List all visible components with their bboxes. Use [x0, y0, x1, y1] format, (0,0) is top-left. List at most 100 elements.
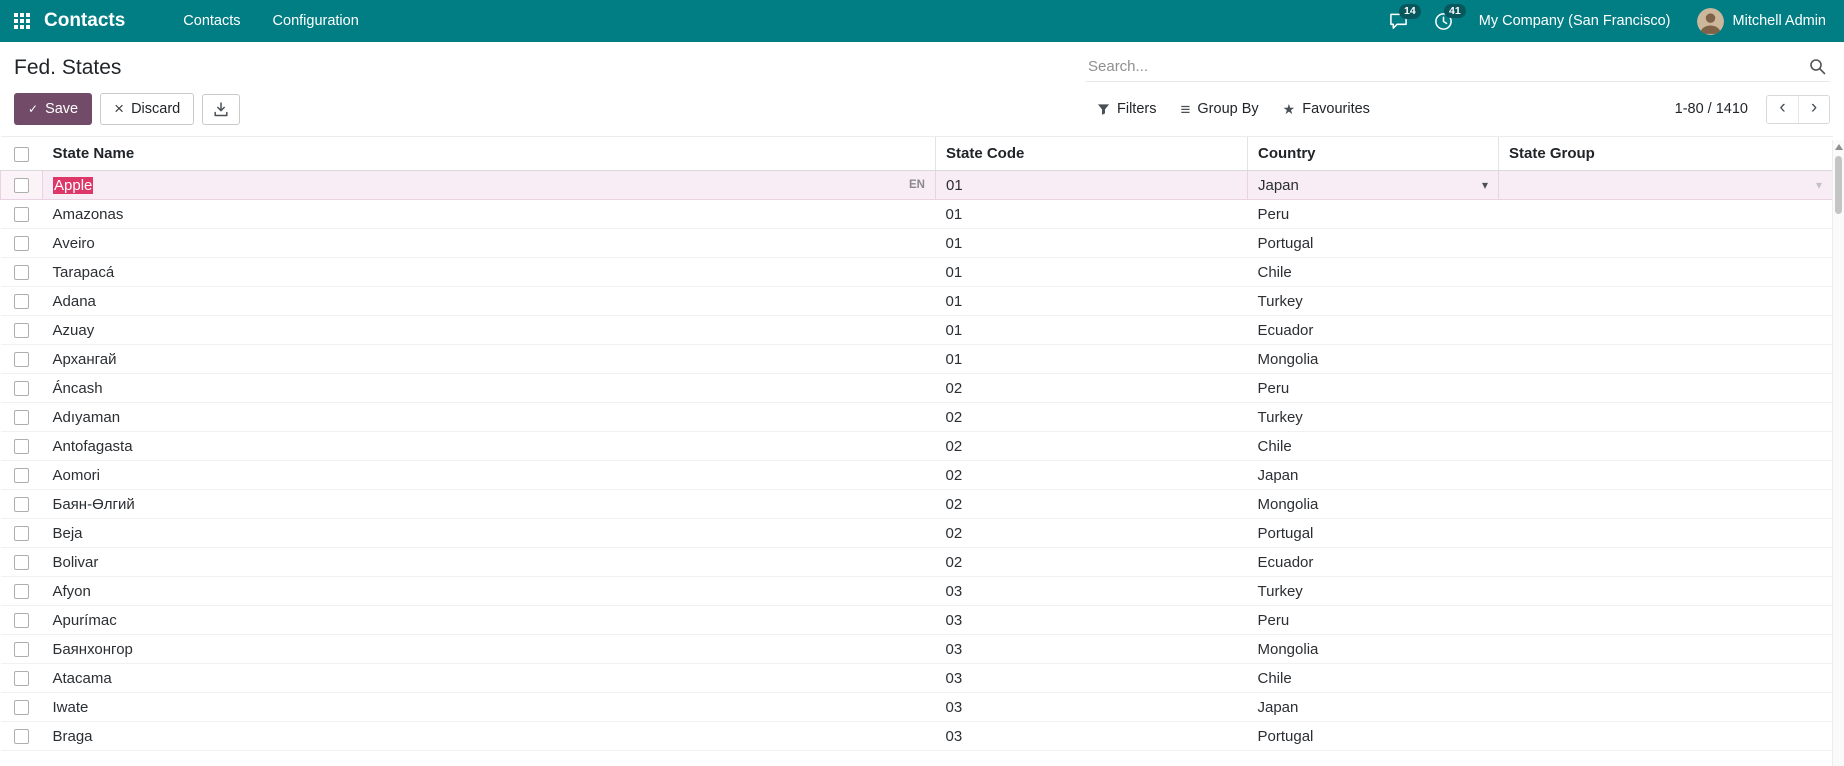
row-select-cell: [0, 199, 43, 229]
cell-state-name: Beja: [42, 518, 936, 548]
row-checkbox[interactable]: [14, 555, 29, 571]
cell-country: Chile: [1247, 431, 1499, 461]
company-switcher[interactable]: My Company (San Francisco): [1479, 13, 1671, 29]
table-row[interactable]: Adana 01 Turkey: [0, 286, 1833, 316]
row-select-cell: [0, 286, 43, 316]
table-row[interactable]: Azuay 01 Ecuador: [0, 315, 1833, 345]
row-checkbox[interactable]: [14, 468, 29, 484]
row-select-cell: [0, 460, 43, 490]
row-select-cell: [0, 402, 43, 432]
search-input[interactable]: [1088, 58, 1801, 75]
cell-country: Chile: [1247, 257, 1499, 287]
table-row[interactable]: Iwate 03 Japan: [0, 692, 1833, 722]
cell-country-edit[interactable]: Japan ▾: [1247, 170, 1499, 200]
scroll-up-arrow-icon[interactable]: [1835, 144, 1843, 150]
edit-row[interactable]: Apple EN 01 Japan ▾ ▾: [0, 170, 1833, 200]
row-checkbox[interactable]: [14, 236, 29, 252]
translation-badge[interactable]: EN: [909, 179, 925, 191]
column-header-state-group[interactable]: State Group: [1498, 136, 1833, 171]
menu-contacts[interactable]: Contacts: [167, 0, 256, 42]
row-checkbox[interactable]: [14, 439, 29, 455]
state-group-dropdown-caret-icon[interactable]: ▾: [1816, 178, 1822, 192]
filters-button[interactable]: Filters: [1086, 95, 1167, 124]
table-row[interactable]: Баянхонгор 03 Mongolia: [0, 634, 1833, 664]
group-by-button[interactable]: ≡ Group By: [1169, 95, 1269, 124]
cell-state-group-edit[interactable]: ▾: [1498, 170, 1833, 200]
cell-country: Ecuador: [1247, 315, 1499, 345]
row-checkbox[interactable]: [14, 584, 29, 600]
row-checkbox[interactable]: [14, 207, 29, 223]
row-checkbox[interactable]: [14, 613, 29, 629]
row-checkbox[interactable]: [14, 410, 29, 426]
column-header-state-name[interactable]: State Name: [42, 136, 936, 171]
messages-icon[interactable]: 14: [1389, 4, 1421, 30]
table-row[interactable]: Архангай 01 Mongolia: [0, 344, 1833, 374]
download-icon: [214, 101, 228, 117]
cell-state-code: 03: [935, 576, 1248, 606]
menu-configuration[interactable]: Configuration: [257, 0, 375, 42]
table-row[interactable]: Aomori 02 Japan: [0, 460, 1833, 490]
search-icon[interactable]: [1809, 58, 1826, 75]
cell-state-name: Aveiro: [42, 228, 936, 258]
cell-state-group: [1498, 402, 1833, 432]
cell-country: Portugal: [1247, 721, 1499, 751]
table-row[interactable]: Adıyaman 02 Turkey: [0, 402, 1833, 432]
state-name-input-value[interactable]: Apple: [53, 176, 94, 194]
row-checkbox[interactable]: [14, 294, 29, 310]
row-checkbox[interactable]: [14, 497, 29, 513]
cell-country: Peru: [1247, 373, 1499, 403]
country-dropdown-caret-icon[interactable]: ▾: [1482, 178, 1488, 192]
table-row[interactable]: Bolivar 02 Ecuador: [0, 547, 1833, 577]
table-row[interactable]: Apurímac 03 Peru: [0, 605, 1833, 635]
table-row[interactable]: Tarapacá 01 Chile: [0, 257, 1833, 287]
cell-state-name: Adıyaman: [42, 402, 936, 432]
row-checkbox[interactable]: [14, 526, 29, 542]
table-row[interactable]: Баян-Өлгий 02 Mongolia: [0, 489, 1833, 519]
row-select-cell: [0, 373, 43, 403]
table-row[interactable]: Beja 02 Portugal: [0, 518, 1833, 548]
row-select-cell: [0, 518, 43, 548]
row-checkbox[interactable]: [14, 323, 29, 339]
export-button[interactable]: [202, 93, 241, 125]
table-row[interactable]: Áncash 02 Peru: [0, 373, 1833, 403]
table-row[interactable]: Braga 03 Portugal: [0, 721, 1833, 751]
user-menu[interactable]: Mitchell Admin: [1696, 7, 1826, 35]
table-row[interactable]: Atacama 03 Chile: [0, 663, 1833, 693]
row-checkbox[interactable]: [14, 729, 29, 745]
select-all-checkbox[interactable]: [14, 146, 29, 162]
cell-state-group: [1498, 373, 1833, 403]
row-checkbox[interactable]: [14, 352, 29, 368]
cell-state-name-edit[interactable]: Apple EN: [42, 170, 936, 200]
cell-state-code: 01: [935, 344, 1248, 374]
row-checkbox[interactable]: [14, 642, 29, 658]
favourites-button[interactable]: ★ Favourites: [1272, 95, 1381, 124]
apps-menu-icon[interactable]: [14, 13, 30, 29]
row-checkbox[interactable]: [14, 265, 29, 281]
activities-icon[interactable]: 41: [1434, 3, 1466, 31]
cell-country: Mongolia: [1247, 489, 1499, 519]
column-header-state-code[interactable]: State Code: [935, 136, 1248, 171]
row-checkbox[interactable]: [14, 700, 29, 716]
discard-button[interactable]: × Discard: [100, 93, 195, 125]
row-select-cell: [0, 692, 43, 722]
pager-previous-button[interactable]: ‹: [1767, 95, 1798, 123]
row-checkbox[interactable]: [14, 381, 29, 397]
table-row[interactable]: Afyon 03 Turkey: [0, 576, 1833, 606]
column-header-country[interactable]: Country: [1247, 136, 1499, 171]
row-checkbox[interactable]: [14, 178, 29, 194]
row-checkbox[interactable]: [14, 671, 29, 687]
vertical-scrollbar[interactable]: [1832, 140, 1844, 766]
table-row[interactable]: Aveiro 01 Portugal: [0, 228, 1833, 258]
save-button[interactable]: ✓ Save: [14, 93, 93, 125]
app-name[interactable]: Contacts: [44, 10, 125, 32]
scrollbar-thumb[interactable]: [1835, 156, 1842, 214]
cell-state-group: [1498, 663, 1833, 693]
table-row[interactable]: Amazonas 01 Peru: [0, 199, 1833, 229]
cell-state-code-edit[interactable]: 01: [935, 170, 1248, 200]
cell-country: Ecuador: [1247, 547, 1499, 577]
pager-next-button[interactable]: ›: [1798, 95, 1829, 123]
cell-state-code: 02: [935, 402, 1248, 432]
cell-country: Portugal: [1247, 228, 1499, 258]
table-row[interactable]: Antofagasta 02 Chile: [0, 431, 1833, 461]
pager: 1-80 / 1410 ‹ ›: [1675, 94, 1830, 124]
